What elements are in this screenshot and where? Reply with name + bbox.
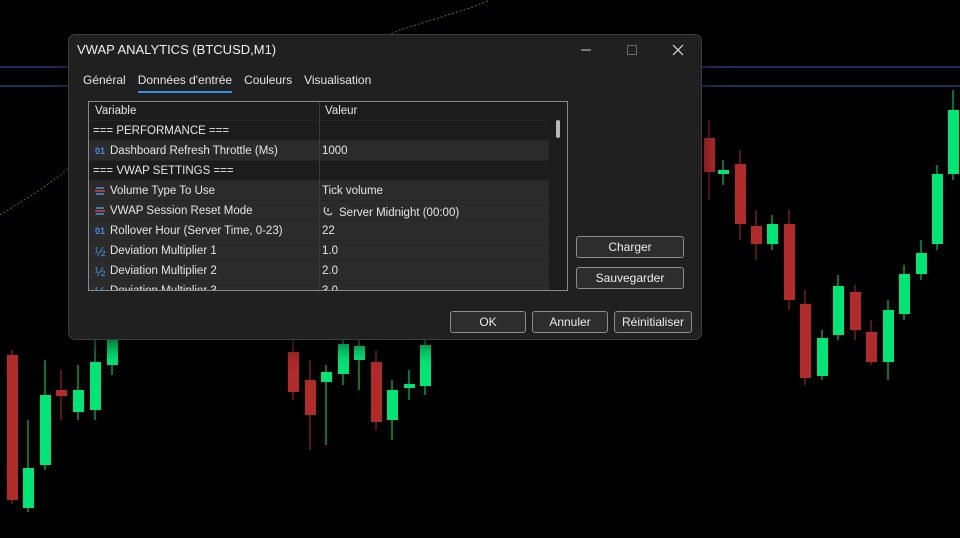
table-row[interactable]: ½ Deviation Multiplier 1 1.0 [89, 240, 567, 260]
bear-candle [371, 362, 382, 422]
bull-candle [73, 390, 84, 412]
bull-candle [23, 468, 34, 508]
tab-bar: Général Données d'entrée Couleurs Visual… [83, 73, 371, 93]
bear-candle [800, 304, 811, 378]
table-row[interactable]: ½ Deviation Multiplier 2 2.0 [89, 260, 567, 280]
inputs-table: Variable Valeur === PERFORMANCE === 01 Das… [88, 101, 568, 291]
bull-candle [833, 286, 844, 335]
row-value[interactable]: Tick volume [322, 185, 383, 197]
bear-candle [784, 224, 795, 300]
row-variable-name: Volume Type To Use [110, 185, 216, 197]
properties-dialog: VWAP ANALYTICS (BTCUSD,M1) Général Donné… [68, 34, 702, 340]
bull-candle [354, 346, 365, 360]
bear-candle [305, 380, 316, 415]
tab-colors[interactable]: Couleurs [244, 73, 292, 93]
row-value-text: Server Midnight (00:00) [339, 207, 460, 219]
maximize-button[interactable] [609, 35, 655, 65]
dialog-title: VWAP ANALYTICS (BTCUSD,M1) [77, 42, 277, 57]
enum-icon [93, 204, 107, 218]
row-variable-name: Dashboard Refresh Throttle (Ms) [110, 145, 278, 157]
bull-candle [338, 344, 349, 374]
scrollbar-thumb[interactable] [556, 120, 560, 138]
bull-candle [387, 390, 398, 420]
bear-candle [288, 352, 299, 392]
title-bar[interactable]: VWAP ANALYTICS (BTCUSD,M1) [69, 35, 701, 65]
table-row[interactable]: VWAP Session Reset Mode Server Midnight (… [89, 200, 567, 220]
close-icon [672, 44, 684, 56]
row-variable-name: VWAP Session Reset Mode [110, 205, 253, 217]
bull-candle [107, 340, 118, 365]
row-variable-name: Deviation Multiplier 2 [110, 265, 217, 277]
bull-candle [321, 372, 332, 382]
fraction-icon: ½ [94, 243, 106, 259]
bull-candle [932, 174, 943, 244]
column-header-value[interactable]: Valeur [325, 105, 357, 117]
bull-candle [420, 345, 431, 386]
save-button[interactable]: Sauvegarder [576, 267, 684, 289]
row-variable-name: === VWAP SETTINGS === [93, 165, 234, 177]
bull-candle [916, 253, 927, 274]
tab-general[interactable]: Général [83, 73, 126, 93]
table-row[interactable]: ½ Deviation Multiplier 3 3.0 [89, 280, 567, 291]
close-button[interactable] [655, 35, 701, 65]
reset-button[interactable]: Réinitialiser [614, 311, 692, 333]
table-body: === PERFORMANCE === 01 Dashboard Refresh T… [89, 120, 567, 291]
table-row[interactable]: 01 Rollover Hour (Server Time, 0-23) 22 [89, 220, 567, 240]
integer-icon: 01 [94, 146, 105, 156]
bull-candle [817, 338, 828, 376]
table-section-row[interactable]: === PERFORMANCE === [89, 120, 567, 140]
bear-candle [704, 138, 715, 172]
fraction-icon: ½ [94, 263, 106, 279]
bull-candle [948, 110, 959, 174]
row-value[interactable]: 22 [322, 225, 335, 237]
table-row[interactable]: 01 Dashboard Refresh Throttle (Ms) 1000 [89, 140, 567, 160]
bull-candle [883, 310, 894, 362]
bear-candle [751, 226, 762, 244]
row-variable-name: Deviation Multiplier 3 [110, 285, 217, 291]
cancel-button[interactable]: Annuler [532, 311, 608, 333]
fraction-icon: ½ [94, 283, 106, 291]
maximize-icon [627, 45, 637, 55]
clock-icon [322, 205, 334, 219]
bull-candle [40, 395, 51, 465]
row-variable-name: Deviation Multiplier 1 [110, 245, 217, 257]
bull-candle [90, 362, 101, 410]
bull-candle [404, 384, 415, 388]
enum-icon [93, 184, 107, 198]
ok-button[interactable]: OK [450, 311, 526, 333]
table-row[interactable]: Volume Type To Use Tick volume [89, 180, 567, 200]
vertical-scrollbar[interactable] [549, 102, 567, 290]
bull-candle [767, 224, 778, 244]
row-value[interactable]: Server Midnight (00:00) [322, 205, 459, 219]
bear-candle [735, 164, 746, 224]
column-header-variable[interactable]: Variable [95, 105, 136, 117]
integer-icon: 01 [94, 226, 105, 236]
bear-candle [866, 332, 877, 362]
bear-candle [850, 292, 861, 330]
row-value[interactable]: 1.0 [322, 245, 338, 257]
table-section-row[interactable]: === VWAP SETTINGS === [89, 160, 567, 180]
bull-candle [899, 274, 910, 314]
tab-visualization[interactable]: Visualisation [304, 73, 371, 93]
bear-candle [56, 390, 67, 396]
row-variable-name: Rollover Hour (Server Time, 0-23) [110, 225, 283, 237]
row-value[interactable]: 2.0 [322, 265, 338, 277]
load-button[interactable]: Charger [576, 236, 684, 258]
table-header: Variable Valeur [89, 102, 567, 120]
minimize-icon [581, 49, 591, 51]
bull-candle [718, 170, 729, 174]
row-variable-name: === PERFORMANCE === [93, 125, 230, 137]
tab-inputs[interactable]: Données d'entrée [137, 73, 233, 93]
row-value[interactable]: 1000 [322, 145, 348, 157]
column-divider [319, 102, 320, 290]
minimize-button[interactable] [563, 35, 609, 65]
bear-candle [7, 355, 18, 500]
row-value[interactable]: 3.0 [322, 285, 338, 290]
